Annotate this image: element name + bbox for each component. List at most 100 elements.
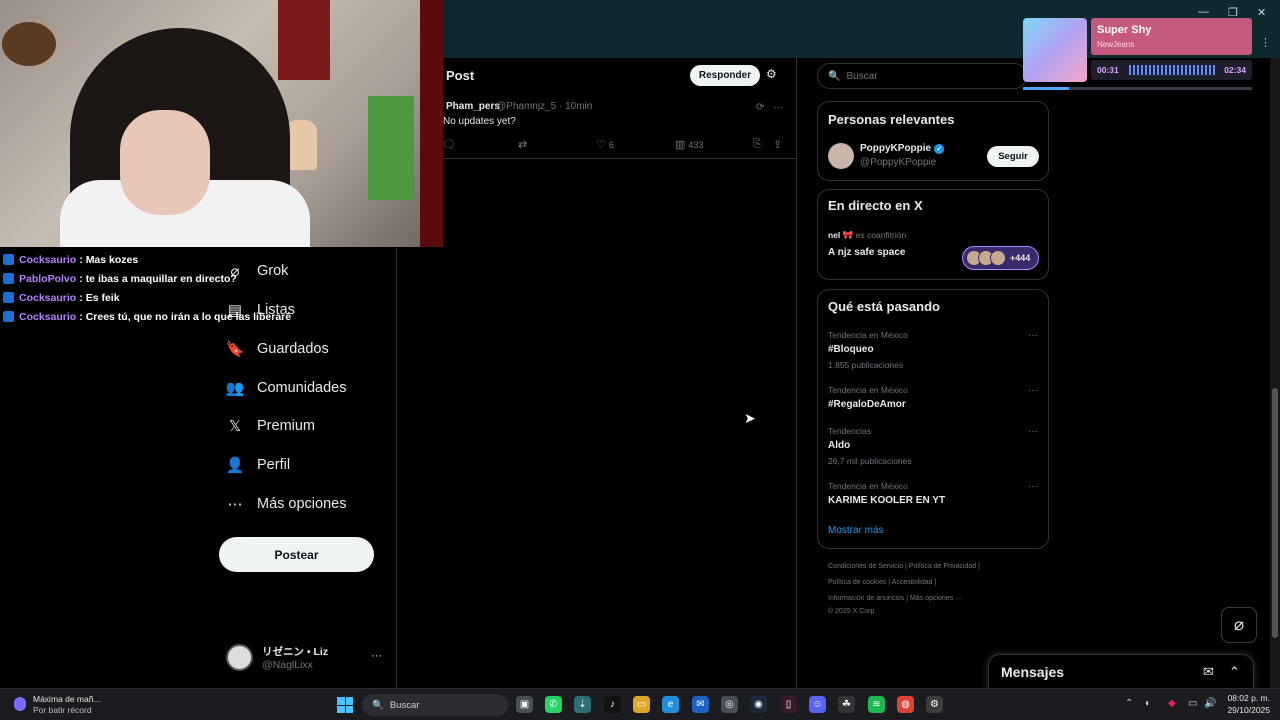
badge-icon [3,292,14,303]
like-action[interactable]: ♡ 6 [596,138,614,151]
chat-username: PabloPolvo [19,272,77,285]
chat-message: Cocksaurio : Crees tú, que no irán a lo … [0,307,300,326]
more-icon[interactable]: ··· [1028,426,1038,437]
reply-action[interactable]: 🗨 [442,138,459,151]
views-action[interactable]: ▥ 433 [675,138,703,151]
nav-item-guardados[interactable]: 🔖 Guardados [226,336,329,362]
account-switcher[interactable]: リゼニン • Liz @NaglLixx ··· [226,642,386,674]
new-message-icon[interactable]: ✉ [1203,664,1214,680]
more-icon[interactable]: ··· [1028,481,1038,492]
follow-button[interactable]: Seguir [987,146,1039,167]
elapsed-time: 00:31 [1097,65,1119,75]
repost-action[interactable]: ⇄ [518,138,530,151]
card-title: Qué está pasando [828,299,940,314]
tray-app-icon[interactable]: ◆ [1168,698,1176,709]
spotify-icon[interactable]: ≋ [868,696,885,713]
weather-subtitle: Por batir récord [33,705,92,715]
profile-handle: @NaglLixx [262,659,313,671]
more-icon[interactable]: ··· [1028,385,1038,396]
live-listeners-badge[interactable]: +444 [962,246,1039,270]
trend-item[interactable]: Tendencia en México KARIME KOOLER EN YT … [828,481,1042,506]
bookmark-icon: 🔖 [225,341,245,358]
task-view-icon[interactable]: ▣ [516,696,533,713]
app-icon[interactable]: ☘ [838,696,855,713]
scrollbar-thumb[interactable] [1272,388,1278,638]
chevron-up-icon[interactable]: ⌃ [1229,664,1240,680]
clock[interactable]: 08:02 p. m. 29/10/2025 [1222,693,1270,717]
wall-light [420,0,443,247]
discord-icon[interactable]: ☺ [809,696,826,713]
music-info: Super Shy NewJeans [1091,18,1252,55]
tweet-author-name[interactable]: Pham_pers [446,101,500,112]
chrome-icon[interactable]: ◍ [897,696,914,713]
search-icon: 🔍 [828,70,841,82]
streamer-face [120,110,210,215]
page-title: Post [446,68,475,83]
tray-app-icon[interactable]: ◐ [1145,698,1151,709]
network-icon[interactable]: ▭ [1188,698,1197,709]
share-action[interactable]: ⇪ [773,138,785,151]
badge-icon [3,311,14,322]
close-button[interactable]: ✕ [1257,6,1266,19]
tweet-divider [443,158,796,159]
chat-username: Cocksaurio [19,291,77,304]
taskbar-search[interactable]: 🔍 Buscar [362,694,508,716]
reply-button[interactable]: Responder [690,65,760,86]
app-icon[interactable]: ⚙ [926,696,943,713]
sliders-icon[interactable]: ⚙ [766,67,777,81]
page-scrollbar[interactable] [1270,58,1280,688]
hat-sticker [2,22,56,66]
relevant-user-name[interactable]: PoppyKPoppie ✓ [860,143,945,154]
music-timeline: 00:31 02:34 [1091,60,1252,80]
grok-icon[interactable]: ⟳ [756,102,764,113]
volume-icon[interactable]: 🔊 [1204,698,1216,709]
nav-item-perfil[interactable]: 👤 Perfil [226,452,290,478]
more-icon[interactable]: ··· [773,102,783,113]
bookmark-action[interactable]: ⎘ [753,138,765,151]
steam-icon[interactable]: ◉ [750,696,767,713]
show-more-link[interactable]: Mostrar más [828,525,884,536]
app-icon[interactable]: ⇣ [574,696,591,713]
file-explorer-icon[interactable]: ▭ [633,696,650,713]
trend-item[interactable]: Tendencia en México #Bloqueo 1.855 publi… [828,330,1042,370]
chat-text: Mas kozes [85,253,139,266]
chart-icon: ▥ [675,139,686,151]
taskbar: Máxima de mañ... Por batir récord 🔍 Busc… [0,688,1280,720]
nav-item-premium[interactable]: 𝕏 Premium [226,413,315,439]
music-progress-bar [1023,87,1252,90]
whatsapp-icon[interactable]: ✆ [545,696,562,713]
trend-item[interactable]: Tendencia en México #RegaloDeAmor ··· [828,385,1042,410]
footer-links[interactable]: Condiciones de Servicio | Política de Pr… [828,563,980,570]
live-card[interactable]: En directo en X nel 🎀 es coanfitrión A n… [817,189,1049,280]
footer-links[interactable]: Información de anuncios | Más opciones ·… [828,595,962,602]
nav-item-comunidades[interactable]: 👥 Comunidades [226,375,347,401]
avatar[interactable] [828,143,854,169]
kebab-menu-icon[interactable]: ⋮ [1260,36,1271,49]
nav-item-label: Más opciones [257,496,347,512]
app-icon[interactable]: ◎ [721,696,738,713]
edge-icon[interactable]: e [662,696,679,713]
chat-separator: : [79,310,83,323]
more-icon[interactable]: ··· [1028,330,1038,341]
copyright: © 2025 X Corp. [828,608,877,615]
tweet-author-handle[interactable]: @Phamnjz_5 · 10min [496,101,592,112]
tiktok-icon[interactable]: ♪ [604,696,621,713]
taskbar-search-label: Buscar [389,699,420,711]
trend-name: Aldo [828,440,851,451]
chevron-up-icon[interactable]: ⌃ [1125,698,1133,709]
post-button[interactable]: Postear [219,537,374,572]
trend-item[interactable]: Tendencias Aldo 26,7 mil publicaciones ·… [828,426,1042,466]
windows-start-icon[interactable] [337,697,353,713]
search-input[interactable]: 🔍 Buscar [817,63,1027,89]
messages-drawer[interactable]: Mensajes ✉ ⌃ [988,654,1254,690]
minimize-button[interactable]: — [1198,6,1209,18]
footer-links[interactable]: Política de cookies | Accesibilidad | [828,579,936,586]
more-icon[interactable]: ··· [371,650,382,662]
trend-count: 1.855 publicaciones [828,360,904,370]
grok-button[interactable]: ⌀ [1221,607,1257,643]
app-icon[interactable]: ▯ [780,696,797,713]
mouse-cursor-icon: ➤ [744,410,756,426]
left-divider [396,248,397,688]
outlook-icon[interactable]: ✉ [692,696,709,713]
nav-item-mas-opciones[interactable]: ⋯ Más opciones [226,491,347,517]
